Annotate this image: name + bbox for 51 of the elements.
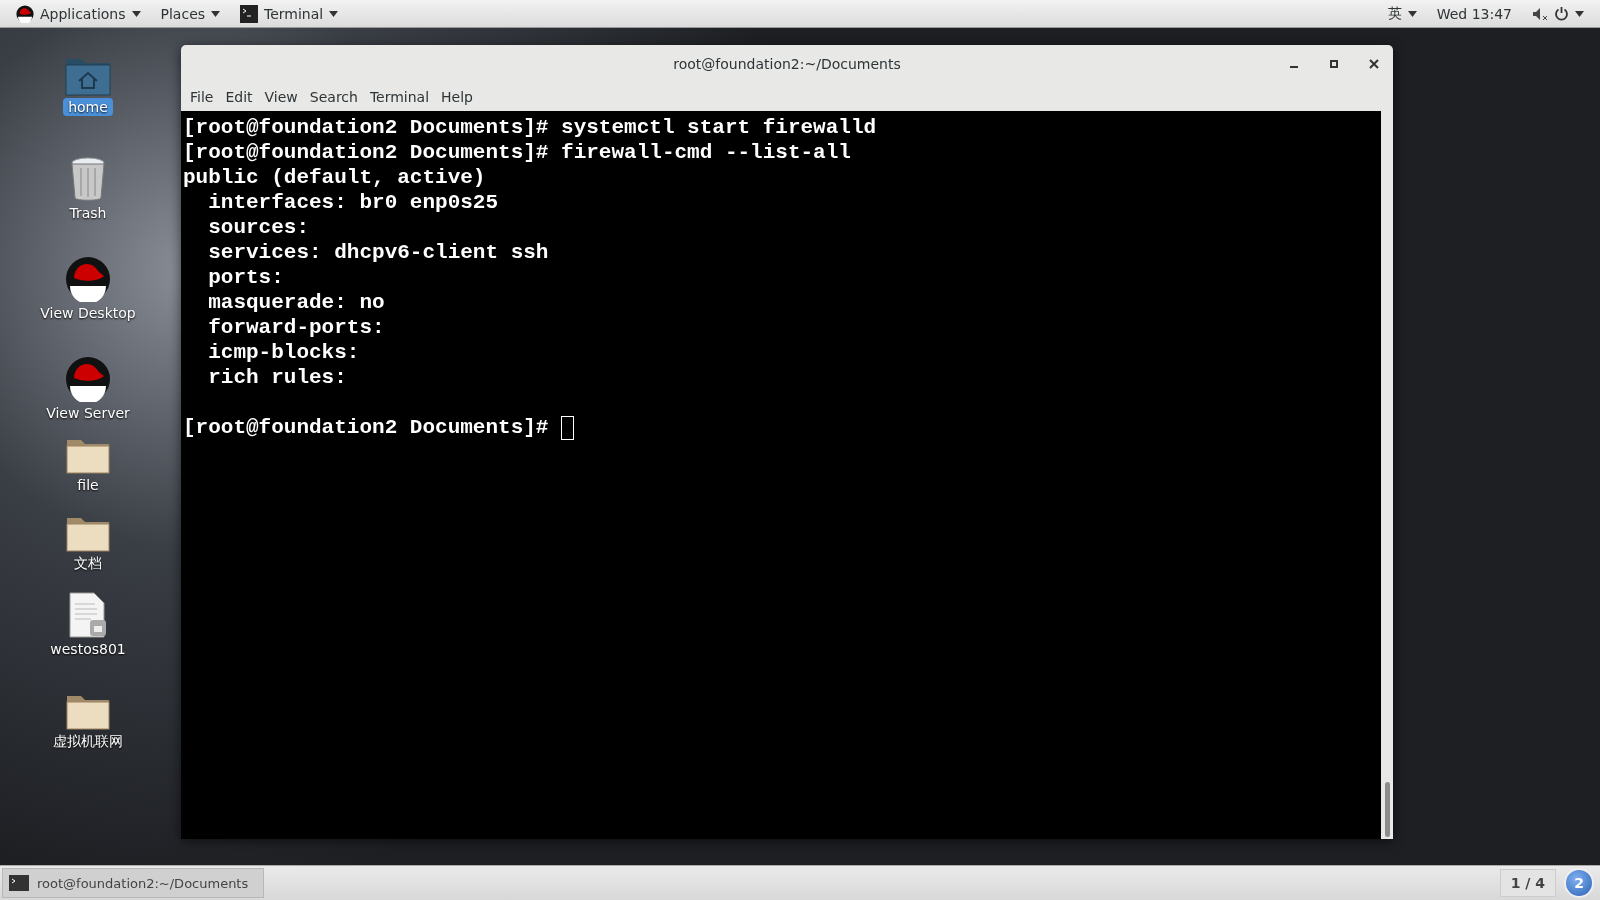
terminal-icon: [240, 4, 259, 23]
scrollbar-thumb[interactable]: [1384, 782, 1390, 837]
caret-icon: [329, 10, 339, 17]
terminal-prompt: [root@foundation2 Documents]#: [183, 415, 550, 440]
muted-speaker-icon: [1532, 6, 1548, 21]
home-folder-icon: [65, 56, 111, 96]
menu-item[interactable]: Search: [304, 86, 363, 108]
locked-document-icon: [68, 592, 108, 638]
taskbar-window-button[interactable]: root@foundation2:~/Documents: [2, 868, 264, 898]
terminal-line: icmp-blocks:: [207, 340, 361, 365]
hat-logo-icon: [65, 256, 111, 302]
caret-icon: [1575, 10, 1584, 17]
menu-item[interactable]: File: [185, 86, 219, 108]
desktop-icon-label[interactable]: file: [72, 476, 104, 494]
terminal-line: interfaces: br0 enp0s25: [207, 190, 500, 215]
trash-icon: [69, 156, 107, 202]
caret-icon: [211, 10, 221, 17]
hat-logo-icon: [16, 4, 34, 23]
caret-icon: [131, 10, 141, 17]
close-icon: [1369, 59, 1379, 69]
terminal-line: [root@foundation2 Documents]# firewall-cmd --list-all: [183, 140, 852, 165]
menu-item[interactable]: Help: [436, 86, 478, 108]
terminal-line: [root@foundation2 Documents]# systemctl start firewalld: [183, 115, 878, 140]
hat-logo-icon: [65, 356, 111, 402]
menu-item[interactable]: View: [259, 86, 303, 108]
desktop-icon-label[interactable]: westos801: [45, 640, 131, 658]
desktop-icon-label[interactable]: Trash: [64, 204, 112, 222]
desktop-icon-label[interactable]: View Desktop: [35, 304, 141, 322]
terminal-line: forward-ports:: [207, 315, 386, 340]
terminal-app-menu[interactable]: Terminal: [230, 0, 349, 27]
terminal-line: sources:: [207, 215, 311, 240]
menu-item[interactable]: Terminal: [364, 86, 435, 108]
caret-icon: [1407, 10, 1417, 17]
menu-item[interactable]: Edit: [220, 86, 258, 108]
power-icon: [1554, 6, 1569, 21]
window-title: root@foundation2:~/Documents: [673, 56, 901, 72]
terminal-line: public (default, active): [183, 165, 487, 190]
terminal-line: ports:: [207, 265, 285, 290]
clock[interactable]: Wed 13:47: [1426, 0, 1522, 27]
input-method-menu[interactable]: 英: [1377, 0, 1427, 27]
terminal-line: masquerade: no: [207, 290, 386, 315]
terminal-icon: [9, 875, 29, 891]
places-menu[interactable]: Places: [150, 0, 231, 27]
terminal-line: rich rules:: [207, 365, 348, 390]
desktop-icon-label[interactable]: View Server: [41, 404, 135, 422]
maximize-icon: [1330, 60, 1338, 68]
workspace-indicator[interactable]: 1 / 4: [1499, 869, 1556, 897]
desktop-icon-label[interactable]: 文档: [69, 554, 107, 574]
applications-menu[interactable]: Applications: [6, 0, 151, 27]
terminal-line: services: dhcpv6-client ssh: [207, 240, 550, 265]
desktop-icon-label[interactable]: 虚拟机联网: [48, 732, 128, 752]
